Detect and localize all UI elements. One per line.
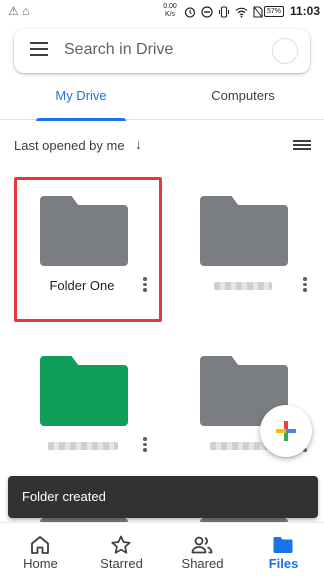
bottom-navigation: Home Starred Shared Files xyxy=(0,522,324,576)
battery-indicator: 57% xyxy=(264,6,284,17)
snackbar-message: Folder created xyxy=(22,489,106,504)
folder-card[interactable] xyxy=(178,178,318,318)
hamburger-menu-icon[interactable] xyxy=(30,42,48,60)
folder-icon xyxy=(40,196,128,266)
people-icon xyxy=(191,536,213,554)
network-speed-unit: K/s xyxy=(164,11,176,18)
nav-files[interactable]: Files xyxy=(243,523,324,576)
plus-icon xyxy=(276,421,296,441)
do-not-disturb-icon xyxy=(201,6,213,18)
nav-label: Shared xyxy=(181,556,224,571)
status-icons xyxy=(184,5,263,19)
account-avatar[interactable] xyxy=(272,38,298,64)
folder-icon xyxy=(40,356,128,426)
search-bar[interactable]: Search in Drive xyxy=(14,29,310,73)
wifi-icon xyxy=(235,7,248,18)
search-input[interactable]: Search in Drive xyxy=(64,41,173,59)
new-item-button[interactable] xyxy=(260,405,312,457)
folder-icon xyxy=(200,196,288,266)
snackbar: Folder created xyxy=(8,476,318,518)
network-speed: 0.00 K/s xyxy=(160,3,180,19)
folder-icon xyxy=(273,537,293,553)
home-icon xyxy=(31,536,49,554)
tab-my-drive[interactable]: My Drive xyxy=(0,78,162,121)
more-options-icon[interactable] xyxy=(142,437,148,453)
tab-label: My Drive xyxy=(55,88,107,103)
folder-card[interactable] xyxy=(18,338,158,478)
active-tab-indicator xyxy=(36,118,126,121)
nav-starred[interactable]: Starred xyxy=(81,523,162,576)
folder-card[interactable]: Folder One xyxy=(18,178,158,318)
vibrate-icon xyxy=(219,6,229,18)
drive-tabs: My Drive Computers xyxy=(0,78,324,121)
nav-label: Starred xyxy=(100,556,143,571)
obscured-folder-name xyxy=(48,442,118,450)
nav-label: Home xyxy=(23,556,58,571)
network-speed-value: 0.00 xyxy=(163,3,177,10)
tab-computers[interactable]: Computers xyxy=(162,78,324,120)
nav-home[interactable]: Home xyxy=(0,523,81,576)
list-view-icon[interactable] xyxy=(293,140,311,152)
notification-icons: ⚠ ⌂ xyxy=(8,4,30,18)
nav-label: Files xyxy=(268,556,299,571)
obscured-folder-name xyxy=(214,282,272,290)
clock: 11:03 xyxy=(290,4,321,18)
no-sim-icon xyxy=(253,6,263,18)
folder-name: Folder One xyxy=(49,278,115,293)
status-bar: ⚠ ⌂ 0.00 K/s 57% 11:03 xyxy=(0,0,324,24)
tab-label: Computers xyxy=(211,88,275,103)
star-icon xyxy=(111,535,131,554)
more-options-icon[interactable] xyxy=(302,277,308,293)
arrow-down-icon[interactable]: ↓ xyxy=(135,136,142,152)
nav-shared[interactable]: Shared xyxy=(162,523,243,576)
alarm-icon xyxy=(184,7,196,18)
more-options-icon[interactable] xyxy=(142,277,148,293)
sort-row: Last opened by me ↓ xyxy=(14,136,314,156)
sort-option-button[interactable]: Last opened by me xyxy=(14,138,125,153)
